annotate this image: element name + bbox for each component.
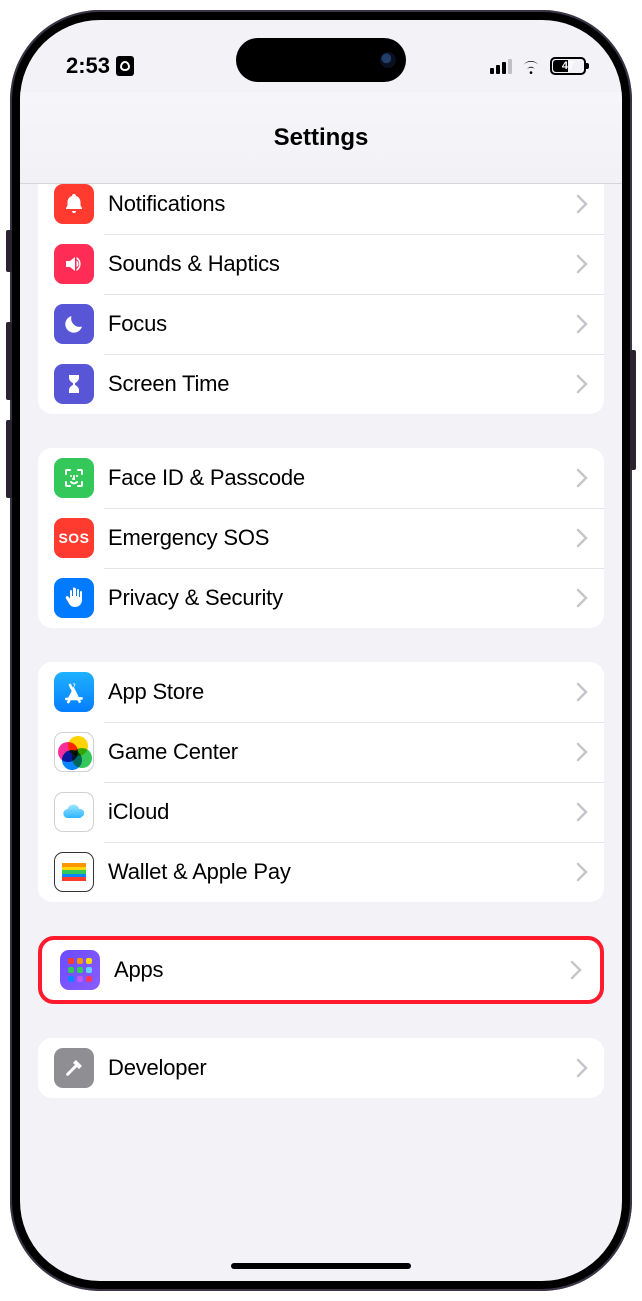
settings-content[interactable]: Notifications Sounds & Haptics Focus xyxy=(20,184,622,1281)
row-label: Focus xyxy=(108,311,576,337)
row-label: Game Center xyxy=(108,739,576,765)
volume-up-button xyxy=(6,322,12,400)
chevron-right-icon xyxy=(570,960,582,980)
hand-icon xyxy=(54,578,94,618)
status-time: 2:53 xyxy=(66,53,110,79)
row-developer[interactable]: Developer xyxy=(38,1038,604,1098)
row-faceid[interactable]: Face ID & Passcode xyxy=(38,448,604,508)
appstore-icon xyxy=(54,672,94,712)
settings-group-general: Notifications Sounds & Haptics Focus xyxy=(38,184,604,414)
chevron-right-icon xyxy=(576,682,588,702)
wallet-icon xyxy=(54,852,94,892)
faceid-icon xyxy=(54,458,94,498)
cellular-icon xyxy=(490,58,512,74)
row-icloud[interactable]: iCloud xyxy=(38,782,604,842)
chevron-right-icon xyxy=(576,1058,588,1078)
row-sos[interactable]: SOS Emergency SOS xyxy=(38,508,604,568)
row-label: Screen Time xyxy=(108,371,576,397)
row-focus[interactable]: Focus xyxy=(38,294,604,354)
chevron-right-icon xyxy=(576,742,588,762)
speaker-icon xyxy=(54,244,94,284)
wifi-icon xyxy=(520,58,542,75)
moon-icon xyxy=(54,304,94,344)
settings-group-services: App Store Game Center xyxy=(38,662,604,902)
settings-group-security: Face ID & Passcode SOS Emergency SOS Pri… xyxy=(38,448,604,628)
row-sounds[interactable]: Sounds & Haptics xyxy=(38,234,604,294)
gamecenter-icon xyxy=(54,732,94,772)
row-label: Apps xyxy=(114,957,570,983)
settings-group-developer: Developer xyxy=(38,1038,604,1098)
chevron-right-icon xyxy=(576,588,588,608)
row-label: iCloud xyxy=(108,799,576,825)
battery-level: 47 xyxy=(562,60,574,72)
row-screentime[interactable]: Screen Time xyxy=(38,354,604,414)
chevron-right-icon xyxy=(576,374,588,394)
front-camera-icon xyxy=(380,52,396,68)
settings-group-apps-highlighted: Apps xyxy=(38,936,604,1004)
dynamic-island xyxy=(236,38,406,82)
home-indicator[interactable] xyxy=(231,1263,411,1269)
chevron-right-icon xyxy=(576,314,588,334)
volume-down-button xyxy=(6,420,12,498)
row-appstore[interactable]: App Store xyxy=(38,662,604,722)
chevron-right-icon xyxy=(576,194,588,214)
icloud-icon xyxy=(54,792,94,832)
phone-frame: 2:53 47 Settings xyxy=(10,10,632,1291)
hourglass-icon xyxy=(54,364,94,404)
row-label: Face ID & Passcode xyxy=(108,465,576,491)
screen: 2:53 47 Settings xyxy=(20,20,622,1281)
portrait-lock-icon xyxy=(116,56,134,76)
battery-icon: 47 xyxy=(550,57,586,75)
apps-grid-icon xyxy=(60,950,100,990)
row-apps[interactable]: Apps xyxy=(44,942,598,998)
page-title: Settings xyxy=(274,124,369,152)
row-gamecenter[interactable]: Game Center xyxy=(38,722,604,782)
row-privacy[interactable]: Privacy & Security xyxy=(38,568,604,628)
row-label: Notifications xyxy=(108,191,576,217)
row-label: Privacy & Security xyxy=(108,585,576,611)
row-wallet[interactable]: Wallet & Apple Pay xyxy=(38,842,604,902)
row-label: Emergency SOS xyxy=(108,525,576,551)
row-notifications[interactable]: Notifications xyxy=(38,184,604,234)
chevron-right-icon xyxy=(576,254,588,274)
power-button xyxy=(630,350,636,470)
chevron-right-icon xyxy=(576,468,588,488)
chevron-right-icon xyxy=(576,802,588,822)
bell-icon xyxy=(54,184,94,224)
nav-header: Settings xyxy=(20,92,622,184)
side-button xyxy=(6,230,12,272)
row-label: Developer xyxy=(108,1055,576,1081)
row-label: Sounds & Haptics xyxy=(108,251,576,277)
row-label: App Store xyxy=(108,679,576,705)
hammer-icon xyxy=(54,1048,94,1088)
sos-icon: SOS xyxy=(54,518,94,558)
row-label: Wallet & Apple Pay xyxy=(108,859,576,885)
chevron-right-icon xyxy=(576,862,588,882)
chevron-right-icon xyxy=(576,528,588,548)
